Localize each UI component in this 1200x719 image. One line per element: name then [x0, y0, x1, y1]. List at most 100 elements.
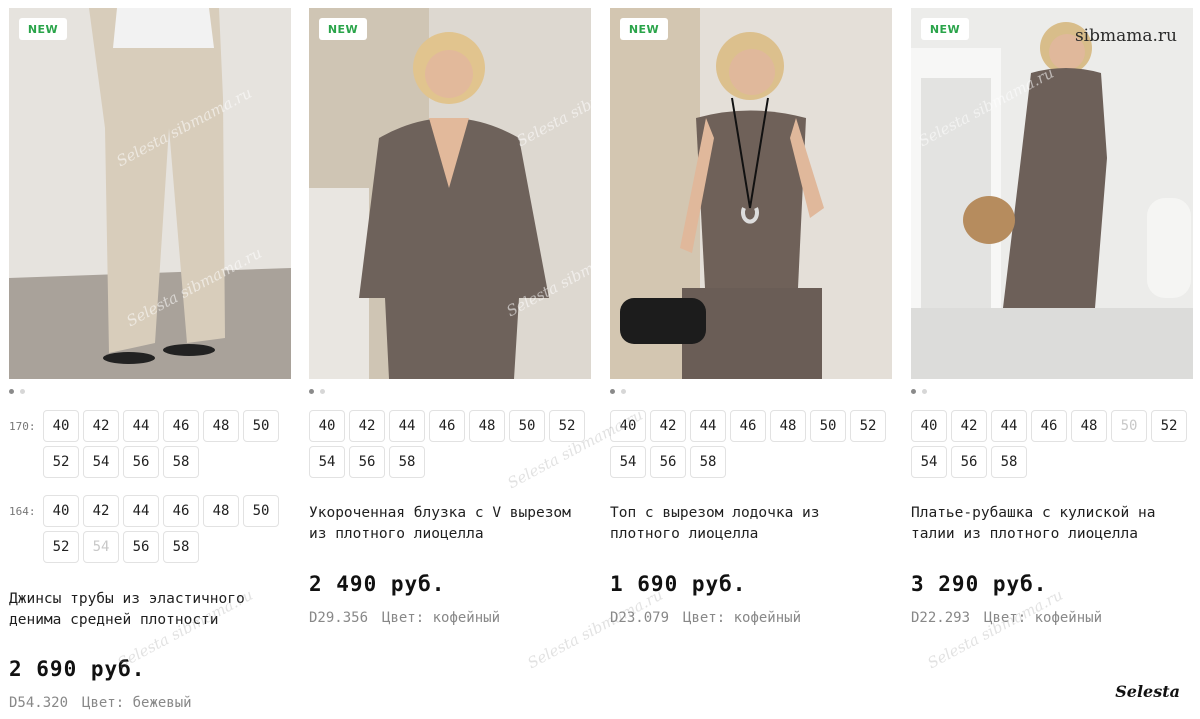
- product-photo[interactable]: NEW: [610, 8, 892, 379]
- size-chip[interactable]: 52: [43, 446, 79, 478]
- size-chip[interactable]: 40: [911, 410, 947, 442]
- size-chip[interactable]: 46: [163, 495, 199, 527]
- size-chip[interactable]: 48: [203, 495, 239, 527]
- product-photo[interactable]: NEW sibmama.ru Selesta sibmama.ru: [911, 8, 1193, 379]
- size-chip[interactable]: 42: [349, 410, 385, 442]
- watermark-brand: Selesta: [1115, 682, 1180, 701]
- size-chip[interactable]: 42: [83, 495, 119, 527]
- product-grid: NEW Selesta sibmama.ru Selesta sibmama.r…: [0, 0, 1200, 719]
- size-chip[interactable]: 48: [1071, 410, 1107, 442]
- height-label: 170:: [9, 420, 36, 433]
- size-group-170: 170: 40 42 44 46 48 50 52 54 56 58: [9, 410, 283, 478]
- product-color: Цвет: кофейный: [984, 610, 1103, 626]
- size-chips: 40 42 44 46 48 50 52 54 56 58: [610, 410, 892, 478]
- size-chip[interactable]: 48: [203, 410, 239, 442]
- product-sku: D29.356: [309, 610, 369, 626]
- size-chip[interactable]: 50: [243, 495, 279, 527]
- product-image: [9, 8, 291, 379]
- size-chip[interactable]: 56: [123, 531, 159, 563]
- carousel-dot[interactable]: [621, 389, 626, 394]
- new-badge: NEW: [921, 18, 969, 40]
- product-color: Цвет: кофейный: [683, 610, 802, 626]
- size-chip[interactable]: 46: [163, 410, 199, 442]
- new-badge: NEW: [19, 18, 67, 40]
- size-chip[interactable]: 48: [770, 410, 806, 442]
- size-chip[interactable]: 52: [43, 531, 79, 563]
- size-chip[interactable]: 56: [123, 446, 159, 478]
- height-label: 164:: [9, 505, 36, 518]
- size-chip[interactable]: 58: [163, 446, 199, 478]
- size-chip[interactable]: 46: [429, 410, 465, 442]
- product-price: 1 690 руб.: [610, 572, 747, 596]
- carousel-dot-active[interactable]: [9, 389, 14, 394]
- new-badge: NEW: [319, 18, 367, 40]
- carousel-dot[interactable]: [320, 389, 325, 394]
- product-sku: D23.079: [610, 610, 670, 626]
- size-chip[interactable]: 52: [850, 410, 886, 442]
- size-chip[interactable]: 50: [810, 410, 846, 442]
- size-chip[interactable]: 40: [309, 410, 345, 442]
- size-chip[interactable]: 42: [650, 410, 686, 442]
- carousel-dot-active[interactable]: [610, 389, 615, 394]
- size-chip[interactable]: 48: [469, 410, 505, 442]
- new-badge: NEW: [620, 18, 668, 40]
- size-chips: 40 42 44 46 48 50 52 54 56 58: [911, 410, 1193, 478]
- size-chip[interactable]: 44: [389, 410, 425, 442]
- product-meta: D23.079 Цвет: кофейный: [610, 610, 801, 626]
- carousel-dot[interactable]: [922, 389, 927, 394]
- watermark-text: Selesta sibmama.ru: [524, 585, 666, 673]
- size-chips: 40 42 44 46 48 50 52 54 56 58: [43, 495, 283, 563]
- product-title[interactable]: Топ с вырезом лодочка из плотного лиоцел…: [610, 503, 892, 545]
- size-chip[interactable]: 50: [509, 410, 545, 442]
- product-title[interactable]: Платье-рубашка с кулиской на талии из пл…: [911, 503, 1193, 545]
- carousel-dot[interactable]: [20, 389, 25, 394]
- size-chip[interactable]: 58: [991, 446, 1027, 478]
- size-chip[interactable]: 54: [610, 446, 646, 478]
- size-chip[interactable]: 56: [349, 446, 385, 478]
- size-chip-unavailable: 54: [83, 531, 119, 563]
- size-group: 40 42 44 46 48 50 52 54 56 58: [309, 410, 591, 478]
- product-price: 2 690 руб.: [9, 657, 146, 681]
- product-title[interactable]: Укороченная блузка с V вырезом из плотно…: [309, 503, 591, 545]
- carousel-dot-active[interactable]: [309, 389, 314, 394]
- carousel-dots: [610, 389, 626, 394]
- size-chip[interactable]: 42: [951, 410, 987, 442]
- carousel-dots: [9, 389, 25, 394]
- product-title[interactable]: Джинсы трубы из эластичного денима средн…: [9, 589, 291, 631]
- size-group: 40 42 44 46 48 50 52 54 56 58: [610, 410, 892, 478]
- size-chip[interactable]: 52: [1151, 410, 1187, 442]
- product-image: [911, 8, 1193, 379]
- size-chip[interactable]: 50: [243, 410, 279, 442]
- size-chip[interactable]: 58: [389, 446, 425, 478]
- size-chip[interactable]: 44: [123, 410, 159, 442]
- size-chip[interactable]: 56: [650, 446, 686, 478]
- size-chip[interactable]: 52: [549, 410, 585, 442]
- carousel-dot-active[interactable]: [911, 389, 916, 394]
- size-chip[interactable]: 44: [991, 410, 1027, 442]
- size-chip[interactable]: 40: [610, 410, 646, 442]
- product-sku: D22.293: [911, 610, 971, 626]
- product-meta: D54.320 Цвет: бежевый: [9, 695, 192, 711]
- size-chips: 40 42 44 46 48 50 52 54 56 58: [309, 410, 591, 478]
- size-chip[interactable]: 58: [690, 446, 726, 478]
- product-meta: D29.356 Цвет: кофейный: [309, 610, 500, 626]
- product-photo[interactable]: NEW Selesta sibmama.ru Selesta sibmama.r…: [9, 8, 291, 379]
- size-group-164: 164: 40 42 44 46 48 50 52 54 56 58: [9, 495, 283, 563]
- size-chip[interactable]: 46: [1031, 410, 1067, 442]
- size-chip[interactable]: 58: [163, 531, 199, 563]
- product-photo[interactable]: NEW Selesta sibmama.ru Selesta sibmama.r…: [309, 8, 591, 379]
- size-chip[interactable]: 40: [43, 495, 79, 527]
- product-price: 3 290 руб.: [911, 572, 1048, 596]
- size-chip[interactable]: 54: [83, 446, 119, 478]
- size-chip[interactable]: 46: [730, 410, 766, 442]
- product-color: Цвет: кофейный: [382, 610, 501, 626]
- size-chip[interactable]: 40: [43, 410, 79, 442]
- size-chip[interactable]: 54: [309, 446, 345, 478]
- size-group: 40 42 44 46 48 50 52 54 56 58: [911, 410, 1193, 478]
- size-chip[interactable]: 42: [83, 410, 119, 442]
- size-chip[interactable]: 56: [951, 446, 987, 478]
- size-chip[interactable]: 54: [911, 446, 947, 478]
- watermark-text: Selesta sibmama.ru: [924, 585, 1066, 673]
- size-chip[interactable]: 44: [123, 495, 159, 527]
- size-chip[interactable]: 44: [690, 410, 726, 442]
